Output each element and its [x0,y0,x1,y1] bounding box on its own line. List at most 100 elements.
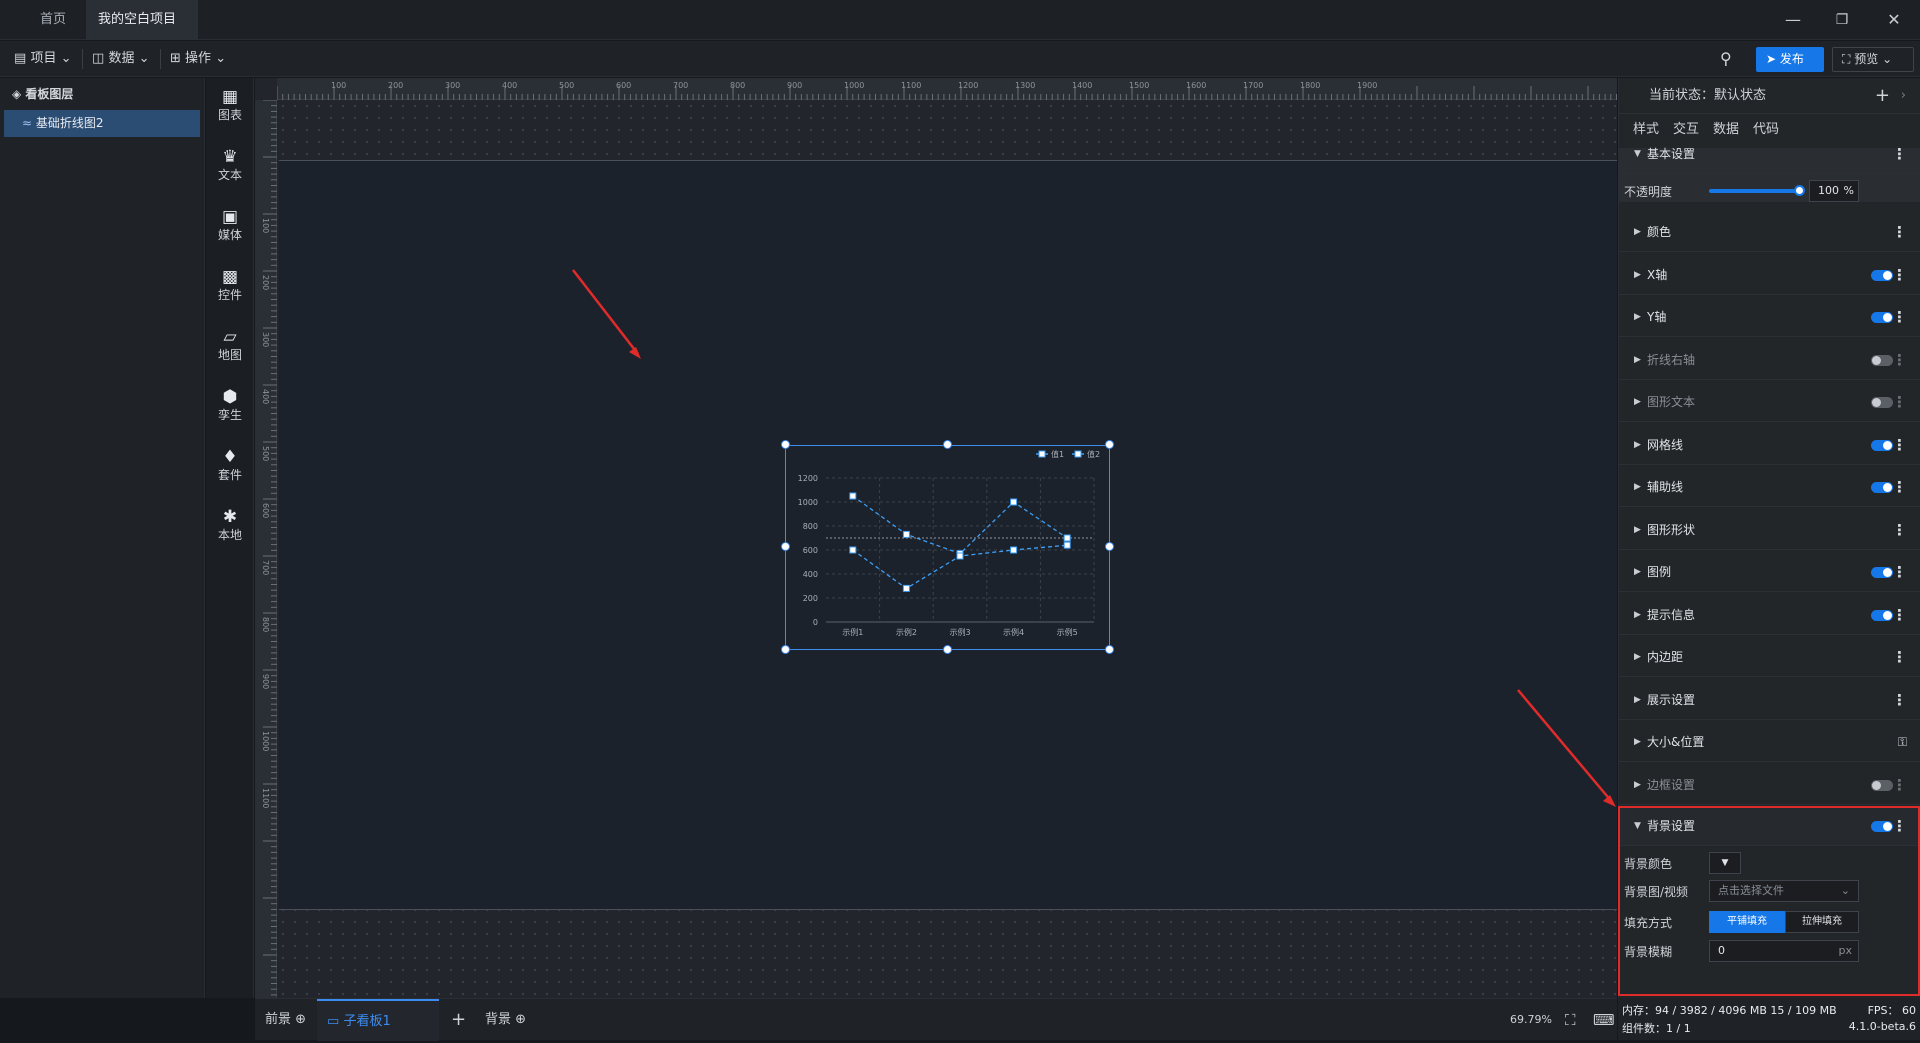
zoom-level[interactable]: 69.79% [1510,999,1552,1041]
background-toggle[interactable] [1871,821,1893,832]
keyboard-icon[interactable]: ⌨ [1593,999,1615,1041]
component-kit[interactable]: ♦ 套件 [206,448,254,483]
section-background[interactable]: ▼ 背景设置 ⋮ [1619,806,1920,846]
section-item[interactable]: ▶ 折线右轴 ⋮ [1619,340,1920,380]
section-item[interactable]: ▶ 网格线 ⋮ [1619,425,1920,465]
section-toggle[interactable] [1871,269,1893,281]
publish-button[interactable]: ➤ 发布 [1756,47,1824,72]
more-icon[interactable]: ⋮ [1892,637,1907,677]
resize-handle[interactable] [1105,542,1114,551]
section-toggle[interactable] [1871,397,1893,408]
more-icon[interactable]: ⋮ [1892,552,1907,592]
lock-icon[interactable]: ⚿ [1898,722,1907,762]
resize-handle[interactable] [781,645,790,654]
component-map[interactable]: ▱ 地图 [206,328,254,363]
operate-menu[interactable]: ⊞ 操作 ⌄ [170,41,226,77]
minimize-icon[interactable]: — [1780,8,1806,32]
more-icon[interactable]: ⋮ [1892,340,1907,380]
component-control[interactable]: ▩ 控件 [206,268,254,303]
project-menu[interactable]: ▤ 项目 ⌄ [14,41,72,77]
add-board-icon[interactable]: + [451,999,466,1041]
section-item[interactable]: ▶ Y轴 ⋮ [1619,297,1920,337]
section-toggle[interactable] [1871,354,1893,366]
more-icon[interactable]: ⋮ [1892,680,1907,720]
section-item[interactable]: ▶ 边框设置 ⋮ [1619,765,1920,805]
fill-tile-button[interactable]: 平铺填充 [1709,911,1785,933]
more-icon[interactable]: ⋮ [1892,382,1907,422]
resize-handle[interactable] [781,440,790,449]
data-menu[interactable]: ◫ 数据 ⌄ [92,41,150,77]
tab-project[interactable]: 我的空白项目 [86,0,198,64]
add-circle-icon[interactable]: ⊕ [295,1012,306,1027]
resize-handle[interactable] [943,645,952,654]
component-text[interactable]: ♛ 文本 [206,148,254,183]
section-item[interactable]: ▶ X轴 ⋮ [1619,255,1920,295]
section-toggle[interactable] [1871,482,1893,493]
tab-front[interactable]: 前景 ⊕ [265,999,306,1041]
component-twin[interactable]: ⬢ 孪生 [206,388,254,423]
more-icon[interactable]: ⋮ [1892,765,1907,805]
caret-right-icon: ▶ [1634,779,1641,790]
section-item[interactable]: ▶ 辅助线 ⋮ [1619,467,1920,507]
line-chart-component[interactable]: 1200 1000 800 600 400 200 0 示例1 示例2 示例3 示例4 示例5 值1 值2 [785,445,1110,650]
section-toggle[interactable] [1871,779,1893,791]
caret-down-icon: ▼ [1634,821,1641,831]
search-icon[interactable]: ⚲ [1720,41,1732,77]
close-icon[interactable]: ✕ [1881,8,1907,32]
section-item[interactable]: ▶ 提示信息 ⋮ [1619,595,1920,635]
bg-blur-input[interactable]: 0 px [1709,940,1859,962]
y-tick-label: 1200 [798,474,818,483]
more-icon[interactable]: ⋮ [1892,425,1907,465]
section-basic[interactable]: ▼ 基本设置 ⋮ [1619,134,1920,174]
section-item[interactable]: ▶ 图形文本 ⋮ [1619,382,1920,422]
tab-back[interactable]: 背景 ⊕ [485,999,526,1041]
more-icon[interactable]: ⋮ [1892,134,1907,174]
section-item[interactable]: ▶ 内边距 ⋮ [1619,637,1920,677]
section-toggle[interactable] [1871,567,1893,578]
opacity-input[interactable]: 100% [1809,180,1859,202]
data-point [1010,546,1018,554]
section-toggle[interactable] [1871,439,1893,451]
add-icon[interactable]: + [1875,78,1890,114]
resize-handle[interactable] [1105,440,1114,449]
more-icon[interactable]: ⋮ [1892,806,1907,846]
section-toggle[interactable] [1871,312,1893,323]
section-item[interactable]: ▶ 图例 ⋮ [1619,552,1920,592]
more-icon[interactable]: ⋮ [1892,255,1907,295]
section-item[interactable]: ▶ 展示设置 ⋮ [1619,680,1920,720]
more-icon[interactable]: ⋮ [1892,297,1907,337]
resize-handle[interactable] [943,440,952,449]
more-icon[interactable]: ⋮ [1892,510,1907,550]
restore-icon[interactable]: ❐ [1829,8,1855,32]
component-chart[interactable]: ▦ 图表 [206,88,254,123]
resize-handle[interactable] [781,542,790,551]
chart-icon: ▦ [221,87,239,107]
resize-handle[interactable] [1105,645,1114,654]
chevron-right-icon[interactable]: › [1901,78,1906,114]
fit-screen-icon[interactable]: ⛶ [1565,999,1576,1041]
section-toggle[interactable] [1871,609,1893,621]
section-item[interactable]: ▶ 图形形状 ⋮ [1619,510,1920,550]
section-item[interactable]: ▶ 颜色 ⋮ [1619,212,1920,252]
state-selector[interactable]: 当前状态：默认状态 + › [1619,78,1920,114]
add-circle-icon[interactable]: ⊕ [515,1012,526,1027]
bg-file-select[interactable]: 点击选择文件 ⌄ [1709,880,1859,902]
component-local[interactable]: ✱ 本地 [206,508,254,543]
component-count: 组件数：1 / 1 [1622,1022,1691,1035]
bg-color-picker[interactable]: ▼ [1709,852,1741,874]
layers-header: ◈ 看板图层 [0,78,204,110]
chevron-down-icon: ⌄ [138,51,150,66]
opacity-slider-thumb[interactable] [1794,185,1805,196]
tab-home[interactable]: 首页 [20,0,86,40]
section-label: X轴 [1647,267,1668,282]
more-icon[interactable]: ⋮ [1892,595,1907,635]
opacity-slider[interactable] [1709,189,1799,193]
fill-stretch-button[interactable]: 拉伸填充 [1785,911,1859,933]
section-item[interactable]: ▶ 大小&位置 ⚿ [1619,722,1920,762]
component-media[interactable]: ▣ 媒体 [206,208,254,243]
tab-board[interactable]: ▭ 子看板1 [317,999,439,1041]
preview-button[interactable]: ⛶ 预览 ⌄ [1832,47,1914,72]
more-icon[interactable]: ⋮ [1892,212,1907,252]
more-icon[interactable]: ⋮ [1892,467,1907,507]
layer-item[interactable]: ≈ 基础折线图2 [4,110,200,137]
